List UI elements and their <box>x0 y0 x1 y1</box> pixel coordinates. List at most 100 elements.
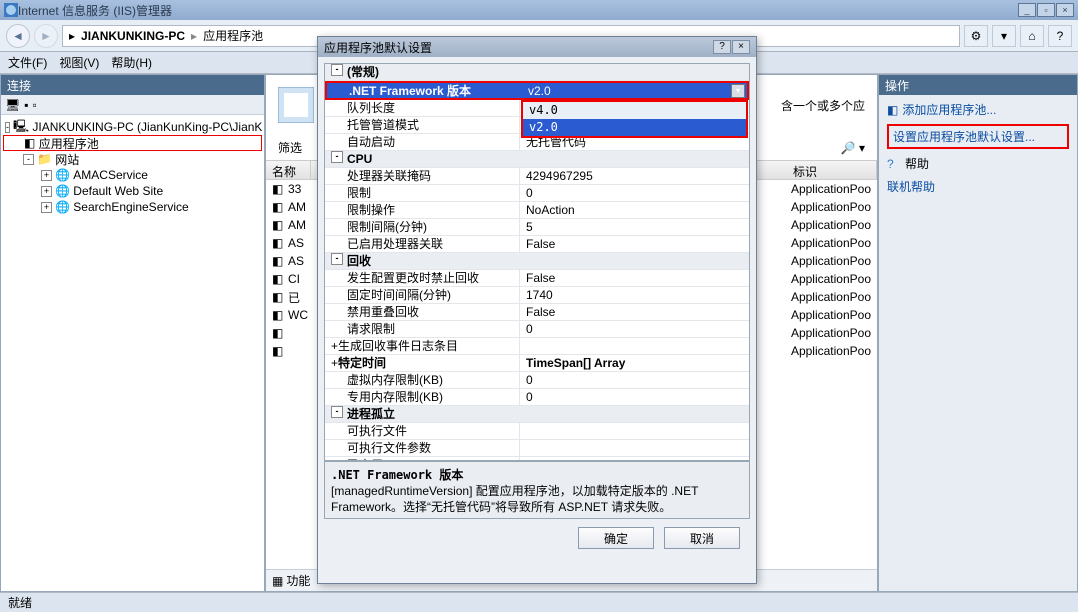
expand-icon[interactable]: + <box>41 186 52 197</box>
property-value[interactable]: v2.0▾ <box>522 83 747 98</box>
expand-icon[interactable]: + <box>41 202 52 213</box>
apppool-icon: ◧ <box>272 182 288 196</box>
property-value[interactable]: 0 <box>520 389 749 405</box>
cancel-button[interactable]: 取消 <box>664 527 740 549</box>
netfx-dropdown[interactable]: v4.0v2.0 <box>521 100 748 138</box>
dialog-close-button[interactable]: × <box>732 40 750 54</box>
server-icon: 🖳 <box>13 117 29 138</box>
minimize-button[interactable]: _ <box>1018 3 1036 17</box>
help-icon[interactable]: ? <box>1048 25 1072 47</box>
collapse-icon[interactable]: - <box>331 151 343 163</box>
property-value[interactable]: 0 <box>520 185 749 201</box>
desc-body: [managedRuntimeVersion] 配置应用程序池，以加载特定版本的… <box>331 483 743 515</box>
breadcrumb-host[interactable]: JIANKUNKING-PC <box>81 29 185 43</box>
collapse-icon[interactable]: - <box>5 122 10 133</box>
property-row[interactable]: +生成回收事件日志条目 <box>325 338 749 355</box>
property-row[interactable]: 限制间隔(分钟)5 <box>325 219 749 236</box>
expand-icon[interactable]: + <box>41 170 52 181</box>
dialog-titlebar[interactable]: 应用程序池默认设置 ? × <box>318 37 756 57</box>
site-icon: 🌐 <box>55 168 70 182</box>
collapse-icon[interactable]: - <box>23 154 34 165</box>
property-value[interactable]: 0 <box>520 372 749 388</box>
tree-site-search[interactable]: +🌐 SearchEngineService <box>3 199 262 215</box>
apppool-icon: ◧ <box>272 272 288 286</box>
forward-button[interactable]: ► <box>34 24 58 48</box>
action-online-help[interactable]: 联机帮助 <box>887 178 1069 195</box>
dialog-help-button[interactable]: ? <box>713 40 731 54</box>
property-row[interactable]: +特定时间TimeSpan[] Array <box>325 355 749 372</box>
property-row[interactable]: 虚拟内存限制(KB)0 <box>325 372 749 389</box>
status-text: 就绪 <box>8 594 32 611</box>
property-value[interactable] <box>520 423 749 439</box>
property-category[interactable]: -CPU <box>325 151 749 168</box>
close-button[interactable]: × <box>1056 3 1074 17</box>
property-value[interactable]: 1740 <box>520 287 749 303</box>
dropdown-option[interactable]: v4.0 <box>523 102 746 119</box>
expand-icon[interactable]: + <box>331 339 338 353</box>
property-value[interactable] <box>520 440 749 456</box>
tree-sites[interactable]: -📁 网站 <box>3 151 262 167</box>
collapse-icon[interactable]: - <box>331 253 343 265</box>
breadcrumb-apppool[interactable]: 应用程序池 <box>203 27 263 44</box>
property-value[interactable]: False <box>520 236 749 252</box>
property-row[interactable]: 已启用False <box>325 457 749 461</box>
window-title: Internet 信息服务 (IIS)管理器 <box>18 2 172 19</box>
property-category[interactable]: -(常规) <box>325 64 749 81</box>
property-row[interactable]: 专用内存限制(KB)0 <box>325 389 749 406</box>
property-row[interactable]: 已启用处理器关联False <box>325 236 749 253</box>
tree-site-amac[interactable]: +🌐 AMACService <box>3 167 262 183</box>
property-row[interactable]: 处理器关联掩码4294967295 <box>325 168 749 185</box>
col-name[interactable]: 名称 <box>266 161 311 179</box>
dropdown-option[interactable]: v2.0 <box>523 119 746 136</box>
collapse-icon[interactable]: - <box>331 406 343 418</box>
property-value[interactable]: False <box>520 457 749 461</box>
col-identity[interactable]: 标识 <box>787 161 877 179</box>
back-button[interactable]: ◄ <box>6 24 30 48</box>
property-value[interactable]: 4294967295 <box>520 168 749 184</box>
property-row[interactable]: 禁用重叠回收False <box>325 304 749 321</box>
property-row[interactable]: 可执行文件 <box>325 423 749 440</box>
restore-button[interactable]: ▫ <box>1037 3 1055 17</box>
help-icon: ? <box>887 157 894 171</box>
property-value[interactable]: 0 <box>520 321 749 337</box>
menu-file[interactable]: 文件(F) <box>8 54 47 71</box>
action-set-default[interactable]: 设置应用程序池默认设置... <box>893 128 1063 145</box>
tree-root[interactable]: -🖳 JIANKUNKING-PC (JianKunKing-PC\JianK <box>3 119 262 135</box>
property-value[interactable]: 5 <box>520 219 749 235</box>
settings-icon[interactable]: ⚙ <box>964 25 988 47</box>
tree-btn3[interactable]: ▫ <box>33 98 37 112</box>
property-value[interactable]: NoAction <box>520 202 749 218</box>
property-row[interactable]: 请求限制0 <box>325 321 749 338</box>
apppool-defaults-dialog: 应用程序池默认设置 ? × -(常规).NET Framework 版本v2.0… <box>317 36 757 584</box>
property-row[interactable]: 发生配置更改时禁止回收False <box>325 270 749 287</box>
tab-features[interactable]: 功能 <box>286 572 310 589</box>
tree-site-default[interactable]: +🌐 Default Web Site <box>3 183 262 199</box>
property-value[interactable]: False <box>520 270 749 286</box>
property-row[interactable]: 固定时间间隔(分钟)1740 <box>325 287 749 304</box>
menu-view[interactable]: 视图(V) <box>59 54 99 71</box>
property-category[interactable]: -进程孤立 <box>325 406 749 423</box>
property-row[interactable]: 可执行文件参数 <box>325 440 749 457</box>
home-icon[interactable]: ⌂ <box>1020 25 1044 47</box>
tool-icon[interactable]: ▾ <box>992 25 1016 47</box>
property-category[interactable]: -回收 <box>325 253 749 270</box>
ok-button[interactable]: 确定 <box>578 527 654 549</box>
property-row[interactable]: .NET Framework 版本v2.0▾ <box>325 81 749 100</box>
tree-btn1[interactable]: 🖥 <box>5 98 20 112</box>
filter-dropdown-icon[interactable]: 🔎 ▾ <box>841 141 865 155</box>
apppool-icon: ◧ <box>272 254 288 268</box>
action-help[interactable]: ? 帮助 <box>887 155 1069 172</box>
collapse-icon[interactable]: - <box>331 64 343 76</box>
tree-apppools[interactable]: ◧ 应用程序池 <box>3 135 262 151</box>
property-value[interactable]: False <box>520 304 749 320</box>
menu-help[interactable]: 帮助(H) <box>111 54 152 71</box>
dropdown-icon[interactable]: ▾ <box>731 84 745 98</box>
property-grid[interactable]: -(常规).NET Framework 版本v2.0▾队列长度托管管道模式自动启… <box>324 63 750 461</box>
property-row[interactable]: 限制操作NoAction <box>325 202 749 219</box>
property-value[interactable] <box>520 338 749 354</box>
expand-icon[interactable]: + <box>331 356 338 370</box>
apppool-big-icon <box>278 87 314 123</box>
property-row[interactable]: 限制0 <box>325 185 749 202</box>
tree-btn2[interactable]: ▪ <box>24 98 28 112</box>
action-add-apppool[interactable]: ◧添加应用程序池... <box>887 101 1069 118</box>
